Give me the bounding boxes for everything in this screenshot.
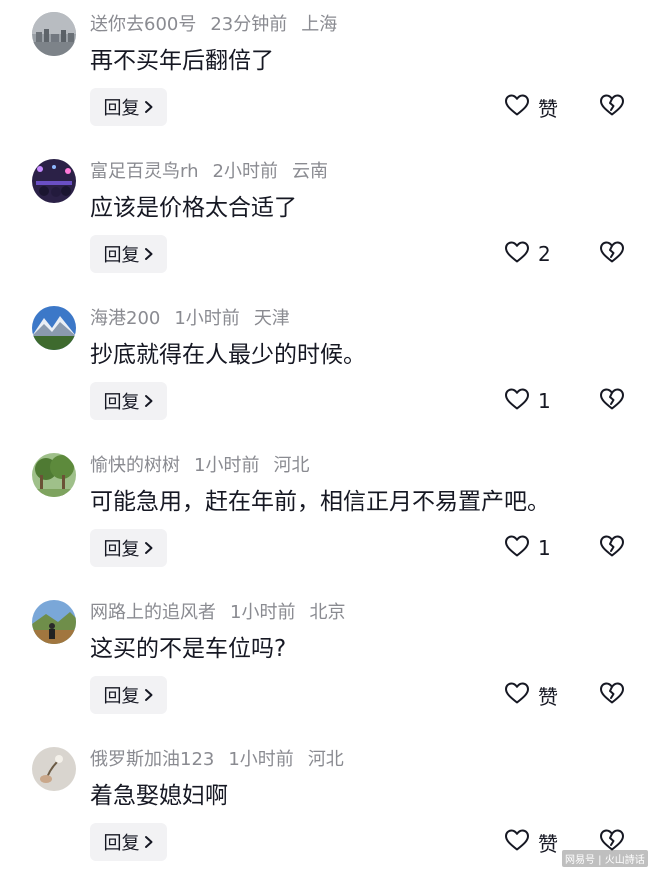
username[interactable]: 俄罗斯加油123 [90, 749, 214, 770]
avatar[interactable] [32, 306, 76, 350]
heart-outline-icon [504, 681, 530, 709]
reply-button[interactable]: 回复 [90, 676, 167, 714]
dislike-button[interactable] [599, 387, 627, 415]
watermark: 网易号 | 火山詩话 [562, 850, 648, 867]
chevron-right-icon [144, 835, 154, 849]
comment-item: 海港200 1小时前 天津 抄底就得在人最少的时候。 回复 1 [0, 294, 660, 441]
broken-heart-icon [599, 94, 625, 121]
hand-flower-photo-icon [32, 747, 76, 791]
timestamp: 1小时前 [230, 602, 296, 623]
username[interactable]: 送你去600号 [90, 14, 196, 35]
heart-outline-icon [504, 828, 530, 856]
reply-button[interactable]: 回复 [90, 823, 167, 861]
comment-meta: 网路上的追风者 1小时前 北京 [90, 600, 345, 626]
heart-outline-icon [504, 93, 530, 121]
like-button[interactable]: 2 [504, 240, 551, 268]
tree-photo-icon [32, 453, 76, 497]
reply-label: 回复 [103, 245, 140, 266]
heart-outline-icon [504, 534, 530, 562]
comment-meta: 富足百灵鸟rh 2小时前 云南 [90, 159, 328, 185]
timestamp: 2小时前 [212, 161, 278, 182]
like-count: 1 [538, 389, 551, 413]
comment-text: 这买的不是车位吗? [90, 636, 287, 662]
username[interactable]: 网路上的追风者 [90, 602, 216, 623]
reply-label: 回复 [103, 833, 140, 854]
like-button[interactable]: 赞 [504, 681, 558, 709]
like-count: 赞 [538, 684, 558, 709]
reply-label: 回复 [103, 98, 140, 119]
chevron-right-icon [144, 394, 154, 408]
username[interactable]: 海港200 [90, 308, 160, 329]
comment-item: 送你去600号 23分钟前 上海 再不买年后翻倍了 回复 赞 [0, 0, 660, 147]
landscape-person-photo-icon [32, 600, 76, 644]
dislike-button[interactable] [599, 93, 627, 121]
comment-meta: 俄罗斯加油123 1小时前 河北 [90, 747, 344, 773]
snow-mountain-photo-icon [32, 306, 76, 350]
location: 云南 [291, 161, 328, 182]
broken-heart-icon [599, 682, 625, 709]
username[interactable]: 愉快的树树 [90, 455, 180, 476]
location: 上海 [301, 14, 338, 35]
reply-label: 回复 [103, 392, 140, 413]
avatar[interactable] [32, 159, 76, 203]
reply-label: 回复 [103, 539, 140, 560]
location: 北京 [309, 602, 346, 623]
comment-text: 应该是价格太合适了 [90, 195, 297, 221]
username[interactable]: 富足百灵鸟rh [90, 161, 199, 182]
night-crowd-photo-icon [32, 159, 76, 203]
broken-heart-icon [599, 535, 625, 562]
broken-heart-icon [599, 241, 625, 268]
like-count: 1 [538, 536, 551, 560]
like-button[interactable]: 赞 [504, 828, 558, 856]
like-button[interactable]: 1 [504, 534, 551, 562]
dislike-button[interactable] [599, 240, 627, 268]
chevron-right-icon [144, 100, 154, 114]
comment-item: 富足百灵鸟rh 2小时前 云南 应该是价格太合适了 回复 2 [0, 147, 660, 294]
heart-outline-icon [504, 387, 530, 415]
chevron-right-icon [144, 688, 154, 702]
avatar[interactable] [32, 453, 76, 497]
reply-button[interactable]: 回复 [90, 235, 167, 273]
reply-button[interactable]: 回复 [90, 382, 167, 420]
like-count: 2 [538, 242, 551, 266]
avatar[interactable] [32, 600, 76, 644]
chevron-right-icon [144, 541, 154, 555]
comment-item: 网路上的追风者 1小时前 北京 这买的不是车位吗? 回复 赞 [0, 588, 660, 735]
comment-item: 俄罗斯加油123 1小时前 河北 着急娶媳妇啊 回复 赞 [0, 735, 660, 870]
comment-text: 抄底就得在人最少的时候。 [90, 342, 366, 368]
reply-label: 回复 [103, 686, 140, 707]
timestamp: 23分钟前 [210, 14, 288, 35]
like-count: 赞 [538, 96, 558, 121]
comment-meta: 海港200 1小时前 天津 [90, 306, 290, 332]
comment-text: 再不买年后翻倍了 [90, 48, 274, 74]
like-count: 赞 [538, 831, 558, 856]
comment-item: 愉快的树树 1小时前 河北 可能急用，赶在年前，相信正月不易置产吧。 回复 1 [0, 441, 660, 588]
location: 河北 [273, 455, 310, 476]
comment-meta: 送你去600号 23分钟前 上海 [90, 12, 337, 38]
avatar[interactable] [32, 747, 76, 791]
dislike-button[interactable] [599, 534, 627, 562]
timestamp: 1小时前 [194, 455, 260, 476]
timestamp: 1小时前 [228, 749, 294, 770]
like-button[interactable]: 1 [504, 387, 551, 415]
location: 天津 [253, 308, 290, 329]
timestamp: 1小时前 [174, 308, 240, 329]
heart-outline-icon [504, 240, 530, 268]
location: 河北 [307, 749, 344, 770]
reply-button[interactable]: 回复 [90, 529, 167, 567]
reply-button[interactable]: 回复 [90, 88, 167, 126]
chevron-right-icon [144, 247, 154, 261]
comment-meta: 愉快的树树 1小时前 河北 [90, 453, 309, 479]
broken-heart-icon [599, 388, 625, 415]
comment-text: 可能急用，赶在年前，相信正月不易置产吧。 [90, 489, 550, 515]
dislike-button[interactable] [599, 681, 627, 709]
avatar[interactable] [32, 12, 76, 56]
like-button[interactable]: 赞 [504, 93, 558, 121]
city-skyline-photo-icon [32, 12, 76, 56]
comment-text: 着急娶媳妇啊 [90, 783, 228, 809]
